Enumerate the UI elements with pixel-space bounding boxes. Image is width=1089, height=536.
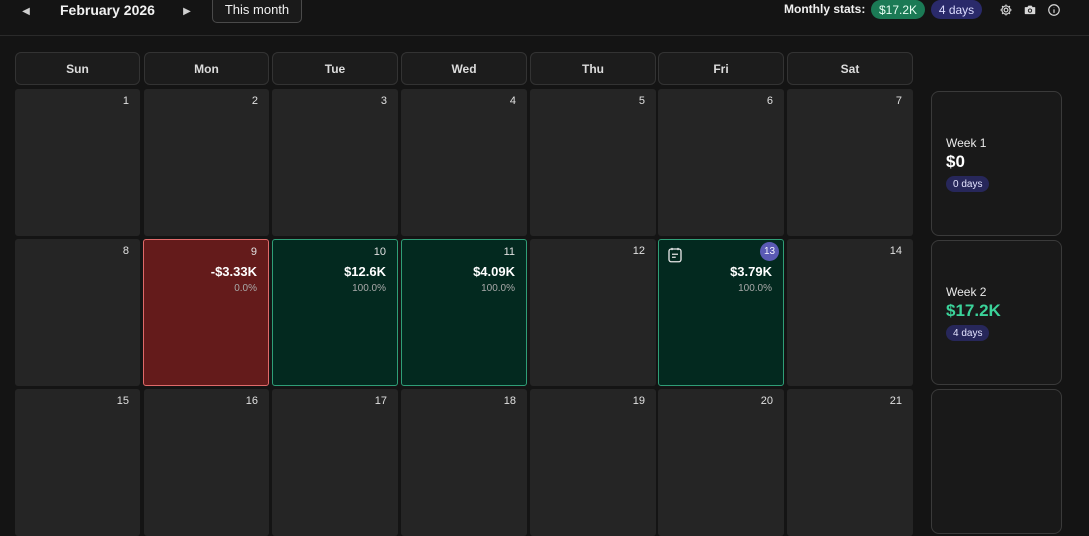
week-days-badge: 4 days <box>946 325 990 341</box>
day-win-rate: 100.0% <box>738 283 772 294</box>
note-icon[interactable] <box>666 246 684 264</box>
day-number: 9 <box>250 246 257 258</box>
caret-left-icon: ◀ <box>22 5 30 17</box>
day-number: 3 <box>380 95 387 107</box>
weekday-header-mon: Mon <box>144 52 269 85</box>
day-number: 17 <box>374 395 387 407</box>
calendar-day[interactable]: 1 <box>15 89 140 236</box>
caret-right-icon: ▶ <box>183 5 191 17</box>
weekday-header-fri: Fri <box>658 52 784 85</box>
calendar-day-profit[interactable]: 10 $12.6K 100.0% <box>272 239 398 386</box>
calendar-day[interactable]: 4 <box>401 89 527 236</box>
week-summary-card[interactable] <box>931 389 1062 534</box>
day-number: 19 <box>632 395 645 407</box>
calendar-day[interactable]: 19 <box>530 389 656 536</box>
day-pnl: $12.6K <box>344 264 386 279</box>
weekday-header-thu: Thu <box>530 52 656 85</box>
calendar-day[interactable]: 17 <box>272 389 398 536</box>
week-pnl: $0 <box>946 152 965 171</box>
calendar-day-profit[interactable]: 13 $3.79K 100.0% <box>658 239 784 386</box>
weekday-header-sat: Sat <box>787 52 913 85</box>
calendar-day[interactable]: 5 <box>530 89 656 236</box>
day-number: 1 <box>122 95 129 107</box>
calendar-day[interactable]: 12 <box>530 239 656 386</box>
day-number: 16 <box>245 395 258 407</box>
week-title: Week 2 <box>946 285 987 299</box>
day-number: 11 <box>503 246 515 258</box>
day-number: 20 <box>760 395 773 407</box>
prev-month-button[interactable]: ◀ <box>18 4 34 18</box>
this-month-button[interactable]: This month <box>212 0 302 23</box>
calendar-day[interactable]: 15 <box>15 389 140 536</box>
settings-button[interactable] <box>998 2 1013 17</box>
calendar-day[interactable]: 8 <box>15 239 140 386</box>
day-number: 7 <box>895 95 902 107</box>
day-pnl: $3.79K <box>730 264 772 279</box>
day-win-rate: 100.0% <box>481 283 515 294</box>
gear-icon <box>999 3 1012 16</box>
week-days-badge: 0 days <box>946 176 990 192</box>
info-button[interactable] <box>1046 2 1061 17</box>
camera-icon <box>1024 5 1035 14</box>
calendar-day[interactable]: 2 <box>144 89 269 236</box>
calendar-day[interactable]: 7 <box>787 89 913 236</box>
calendar-day[interactable]: 21 <box>787 389 913 536</box>
day-number: 5 <box>638 95 645 107</box>
monthly-pnl-badge: $17.2K <box>871 0 925 19</box>
weekday-header-tue: Tue <box>272 52 398 85</box>
day-number: 15 <box>116 395 129 407</box>
weekday-header-sun: Sun <box>15 52 140 85</box>
day-number: 21 <box>889 395 902 407</box>
top-toolbar: ◀ February 2026 ▶ This month Monthly sta… <box>0 0 1089 36</box>
day-number: 8 <box>122 245 129 257</box>
day-number-today: 13 <box>760 242 779 261</box>
day-number: 10 <box>373 246 386 258</box>
day-number: 6 <box>766 95 773 107</box>
weekday-header-wed: Wed <box>401 52 527 85</box>
calendar-day-loss[interactable]: 9 -$3.33K 0.0% <box>143 239 269 386</box>
monthly-days-badge: 4 days <box>931 0 982 19</box>
week-title: Week 1 <box>946 136 987 150</box>
day-pnl: -$3.33K <box>210 264 257 279</box>
calendar-day[interactable]: 16 <box>144 389 269 536</box>
calendar-day[interactable]: 3 <box>272 89 398 236</box>
day-number: 12 <box>632 245 645 257</box>
calendar-day[interactable]: 14 <box>787 239 913 386</box>
day-win-rate: 100.0% <box>352 283 386 294</box>
day-number: 2 <box>251 95 258 107</box>
week-summary-card[interactable]: Week 2 $17.2K 4 days <box>931 240 1062 385</box>
monthly-stats-label: Monthly stats: <box>784 2 866 16</box>
calendar-day-profit[interactable]: 11 $4.09K 100.0% <box>401 239 527 386</box>
next-month-button[interactable]: ▶ <box>179 4 195 18</box>
month-title: February 2026 <box>60 2 155 18</box>
day-number: 14 <box>889 245 902 257</box>
info-icon <box>1047 3 1060 16</box>
day-pnl: $4.09K <box>473 264 515 279</box>
week-summary-card[interactable]: Week 1 $0 0 days <box>931 91 1062 236</box>
day-win-rate: 0.0% <box>234 283 257 294</box>
calendar-day[interactable]: 18 <box>401 389 527 536</box>
calendar-day[interactable]: 20 <box>658 389 784 536</box>
calendar-day[interactable]: 6 <box>658 89 784 236</box>
week-pnl: $17.2K <box>946 301 1001 320</box>
day-number: 4 <box>509 95 516 107</box>
screenshot-button[interactable] <box>1022 2 1037 17</box>
day-number: 18 <box>503 395 516 407</box>
